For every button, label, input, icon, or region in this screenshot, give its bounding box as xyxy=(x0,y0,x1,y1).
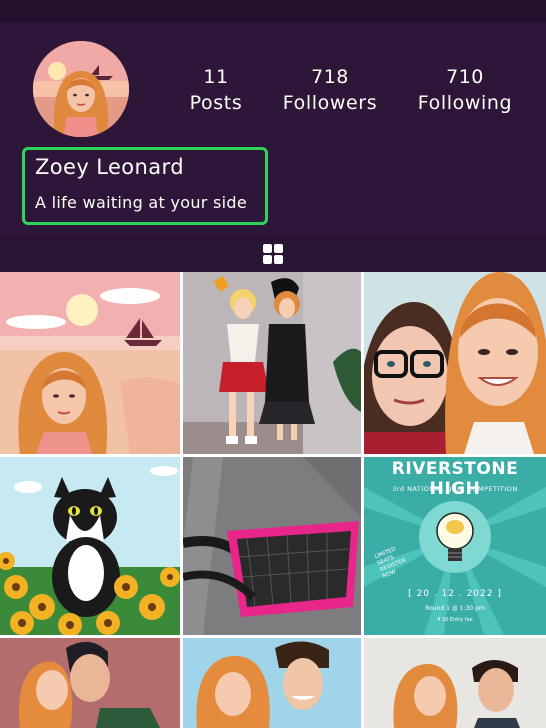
following-count: 710 xyxy=(446,66,484,88)
posts-label: Posts xyxy=(189,92,243,114)
poster-title: RIVERSTONE HIGH xyxy=(391,459,519,499)
post-tile-two-friends[interactable] xyxy=(183,272,361,454)
posts-stat[interactable]: 11 Posts xyxy=(176,66,256,118)
following-label: Following xyxy=(417,92,513,114)
post-tile-bicycle-basket[interactable] xyxy=(183,457,361,635)
status-strip xyxy=(0,0,546,22)
followers-stat[interactable]: 718 Followers xyxy=(278,66,382,118)
poster-round: Round 1 @ 1:30 pm xyxy=(425,605,485,612)
profile-bio: A life waiting at your side xyxy=(35,193,248,212)
post-tile-hug-couple[interactable] xyxy=(0,638,180,728)
post-tile-couple-portrait[interactable] xyxy=(364,638,546,728)
profile-name: Zoey Leonard xyxy=(35,155,184,179)
post-tile-sunset-portrait[interactable] xyxy=(0,272,180,454)
profile-avatar[interactable] xyxy=(33,41,129,137)
poster-date: [ 20 . 12 . 2022 ] xyxy=(408,589,502,599)
post-tile-cat-sunflowers[interactable] xyxy=(0,457,180,635)
post-tile-riverstone-poster[interactable]: RIVERSTONE HIGH 3rd NATIONAL QUIZ COMPET… xyxy=(364,457,546,635)
grid-icon[interactable] xyxy=(262,243,284,265)
profile-bio-highlight: Zoey Leonard A life waiting at your side xyxy=(22,147,268,225)
followers-count: 718 xyxy=(311,66,349,88)
profile-tabbar xyxy=(0,236,546,272)
poster-subtitle: 3rd NATIONAL QUIZ COMPETITION xyxy=(392,485,518,493)
followers-label: Followers xyxy=(282,92,378,114)
profile-header: 11 Posts 718 Followers 710 Following Zoe… xyxy=(0,22,546,236)
post-tile-duo-smiling[interactable] xyxy=(183,638,361,728)
posts-count: 11 xyxy=(203,66,229,88)
posts-grid: RIVERSTONE HIGH 3rd NATIONAL QUIZ COMPET… xyxy=(0,272,546,728)
following-stat[interactable]: 710 Following xyxy=(410,66,520,118)
poster-fee: ₹ 50 Entry fee xyxy=(437,617,473,623)
post-tile-selfie-duo[interactable] xyxy=(364,272,546,454)
